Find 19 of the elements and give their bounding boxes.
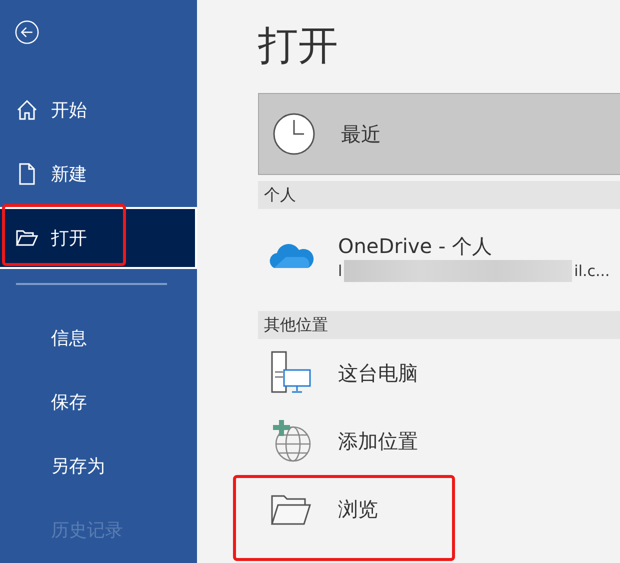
sidebar-item[interactable]: 新建 — [0, 143, 197, 206]
location-item[interactable]: 浏览 — [258, 475, 620, 543]
sidebar-item[interactable]: 打开 — [0, 207, 197, 270]
sidebar-item[interactable]: 保存 — [0, 371, 197, 433]
sidebar-item[interactable]: 另存为 — [0, 435, 197, 497]
clock-icon — [271, 111, 317, 157]
sidebar-item[interactable]: 信息 — [0, 307, 197, 369]
location-item[interactable]: OneDrive - 个人 l il.c... — [258, 209, 620, 305]
home-icon — [15, 98, 39, 122]
sidebar-item[interactable]: 开始 — [0, 79, 197, 142]
location-title: OneDrive - 个人 — [338, 232, 493, 260]
account-text: il.c... — [574, 262, 610, 280]
location-item[interactable]: 这台电脑 — [258, 339, 620, 407]
recent-button[interactable]: 最近 — [258, 93, 620, 175]
location-item[interactable]: 添加位置 — [258, 407, 620, 475]
account-text: l — [338, 262, 342, 280]
page-title: 打开 — [258, 22, 339, 71]
section-header: 其他位置 — [258, 311, 620, 339]
section-header: 个人 — [258, 181, 620, 209]
